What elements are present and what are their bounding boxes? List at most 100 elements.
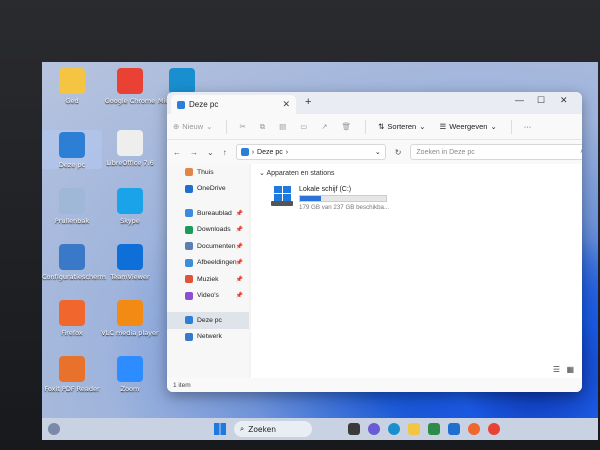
desktop-icon-firefox[interactable]: Firefox <box>42 300 102 337</box>
nav-videos[interactable]: Video's 📌 <box>167 288 249 305</box>
taskbar-search-label: Zoeken <box>248 424 276 434</box>
up-arrow-icon[interactable]: ↑ <box>223 148 227 157</box>
sort-button[interactable]: ⇅ Sorteren ⌄ <box>378 122 425 131</box>
widgets-icon[interactable] <box>48 423 60 435</box>
desktop-icon-label: Deze pc <box>58 161 86 169</box>
nav-deze-pc[interactable]: Deze pc <box>167 312 249 329</box>
nav-label: Afbeeldingen <box>197 259 237 267</box>
nav-documenten[interactable]: Documenten 📌 <box>167 238 249 255</box>
computer-icon <box>240 148 249 156</box>
tab-deze-pc[interactable]: Deze pc ✕ <box>171 95 296 114</box>
nav-netwerk[interactable]: Netwerk <box>167 329 249 346</box>
item-count: 1 item <box>173 381 191 389</box>
details-view-icon[interactable]: ☰ <box>553 365 560 374</box>
desktop-icon-foxit[interactable]: Foxit PDF Reader <box>42 356 102 393</box>
forward-arrow-icon[interactable]: → <box>190 148 198 157</box>
new-button[interactable]: ⊕ Nieuw ⌄ <box>173 122 212 131</box>
desktop-icon-teamviewer[interactable]: TeamViewer <box>100 244 160 281</box>
document-icon <box>117 130 143 156</box>
pin-icon[interactable]: 📌 <box>236 259 243 266</box>
refresh-icon[interactable]: ↻ <box>395 148 402 157</box>
app-icon[interactable] <box>428 423 440 435</box>
cut-icon[interactable]: ✂ <box>239 122 245 131</box>
desktop-icon-label: Ged <box>65 97 79 105</box>
pin-icon[interactable]: 📌 <box>236 292 243 299</box>
share-icon[interactable]: ↗ <box>321 122 327 131</box>
desktop-icon-label: VLC media player <box>101 329 159 337</box>
view-button[interactable]: ☰ Weergeven ⌄ <box>439 122 496 131</box>
desktop-icon-libreoffice[interactable]: LibreOffice 7.6 <box>100 130 160 167</box>
nav-label: Muziek <box>197 275 219 283</box>
chevron-right-icon: › <box>251 148 255 156</box>
chrome-icon[interactable] <box>488 423 500 435</box>
command-bar: ⊕ Nieuw ⌄ ✂ ⧉ ▤ ▭ ↗ 🗑 ⇅ Sorteren ⌄ ☰ Wee… <box>167 114 582 140</box>
taskbar: ⌕ Zoeken <box>42 418 598 440</box>
task-view-icon[interactable] <box>348 423 360 435</box>
drive-item-c[interactable]: Lokale schijf (C:) 179 GB van 237 GB bes… <box>271 186 389 211</box>
chevron-down-icon[interactable]: ⌄ <box>207 148 214 157</box>
chevron-down-icon: ⌄ <box>419 122 426 131</box>
address-bar[interactable]: › Deze pc › ⌄ <box>235 144 386 160</box>
desktop-icon-ged[interactable]: Ged <box>42 68 102 105</box>
nav-thuis[interactable]: Thuis <box>167 164 249 181</box>
mail-icon[interactable] <box>448 423 460 435</box>
nav-afbeeldingen[interactable]: Afbeeldingen 📌 <box>167 255 249 272</box>
nav-label: Netwerk <box>197 333 222 341</box>
drive-free-space: 179 GB van 237 GB beschikba... <box>299 204 390 211</box>
chat-icon[interactable] <box>368 423 380 435</box>
drive-usage-bar <box>299 195 387 202</box>
new-tab-button[interactable]: + <box>305 96 311 108</box>
maximize-button[interactable]: ☐ <box>537 95 545 106</box>
cloud-icon <box>185 184 193 193</box>
desktop-icon-configuratiescherm[interactable]: Configuratiescherm <box>42 244 106 281</box>
nav-label: Documenten <box>197 242 236 250</box>
desktop-icon-vlc[interactable]: VLC media player <box>100 300 160 337</box>
desktop-icon-chrome[interactable]: Google Chrome <box>100 68 160 105</box>
group-header[interactable]: ⌄ Apparaten en stations <box>259 169 582 177</box>
close-tab-icon[interactable]: ✕ <box>282 99 290 110</box>
home-icon <box>185 168 193 177</box>
search-input[interactable]: Zoeken in Deze pc ⌕ <box>410 144 582 160</box>
delete-icon[interactable]: 🗑 <box>342 122 352 131</box>
rename-icon[interactable]: ▭ <box>300 122 307 131</box>
start-icon[interactable] <box>214 423 226 435</box>
minimize-button[interactable]: — <box>515 95 524 105</box>
nav-label: Bureaublad <box>197 209 232 217</box>
desktop-screen: GedGoogle ChromeMicrosoft EdgeDeze pcLib… <box>42 62 598 440</box>
taskbar-search[interactable]: ⌕ Zoeken <box>234 421 312 437</box>
tiles-view-icon[interactable]: ▦ <box>566 365 574 374</box>
desktop-icon-label: LibreOffice 7.6 <box>106 159 154 167</box>
desktop-icon-label: TeamViewer <box>110 273 150 281</box>
nav-muziek[interactable]: Muziek 📌 <box>167 271 249 288</box>
close-window-button[interactable]: ✕ <box>560 95 568 106</box>
desktop-icon-zoom[interactable]: Zoom <box>100 356 160 393</box>
edge-icon[interactable] <box>388 423 400 435</box>
firefox-icon[interactable] <box>468 423 480 435</box>
computer-icon <box>59 132 85 158</box>
address-dropdown-icon[interactable]: ⌄ <box>375 148 381 156</box>
view-label: Weergeven <box>449 122 488 131</box>
pin-icon[interactable]: 📌 <box>236 276 243 283</box>
desktop-icon-label: Configuratiescherm <box>42 273 106 281</box>
sort-icon: ⇅ <box>378 122 385 131</box>
nav-downloads[interactable]: Downloads 📌 <box>167 222 249 239</box>
edge-icon <box>169 68 195 94</box>
desktop-icon-skype[interactable]: Skype <box>100 188 160 225</box>
desktop-icon-prullenbak[interactable]: Prullenbak <box>42 188 102 225</box>
nav-bureaublad[interactable]: Bureaublad 📌 <box>167 205 249 222</box>
desktop-icon-label: Foxit PDF Reader <box>44 385 100 393</box>
pin-icon[interactable]: 📌 <box>236 210 243 217</box>
more-options-button[interactable]: ··· <box>524 122 532 131</box>
back-arrow-icon[interactable]: ← <box>173 148 181 157</box>
search-icon: ⌕ <box>580 148 582 156</box>
content-pane: ⌄ Apparaten en stations Lokale schijf (C… <box>251 164 582 378</box>
copy-icon[interactable]: ⧉ <box>260 122 265 132</box>
file-explorer-icon[interactable] <box>408 423 420 435</box>
desktop-icon-deze-pc[interactable]: Deze pc <box>42 130 102 169</box>
paste-icon[interactable]: ▤ <box>279 122 286 131</box>
nav-onedrive[interactable]: OneDrive <box>167 181 249 198</box>
pin-icon[interactable]: 📌 <box>236 243 243 250</box>
pin-icon[interactable]: 📌 <box>236 226 243 233</box>
navigation-pane: Thuis OneDrive Bureaublad 📌 Downloads 📌 Docume… <box>167 164 249 378</box>
desktop-icon-label: Prullenbak <box>54 217 90 225</box>
